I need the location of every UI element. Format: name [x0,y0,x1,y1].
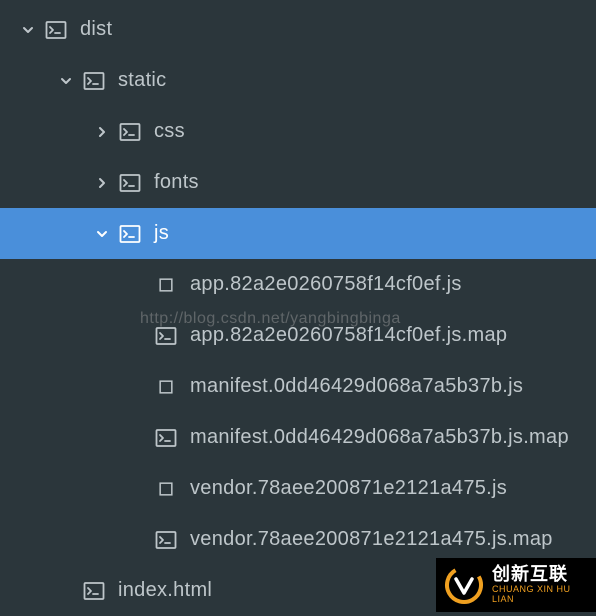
file-label: app.82a2e0260758f14cf0ef.js.map [190,324,507,347]
folder-js[interactable]: js [0,208,596,259]
logo-text-sub: CHUANG XIN HU LIAN [492,585,588,605]
logo-text-main: 创新互联 [492,565,588,585]
file-row[interactable]: manifest.0dd46429d068a7a5b37b.js [0,361,596,412]
chevron-down-icon [92,224,112,244]
terminal-icon [118,222,142,246]
terminal-icon [118,171,142,195]
square-icon [154,477,178,501]
file-label: manifest.0dd46429d068a7a5b37b.js [190,375,523,398]
terminal-icon [154,426,178,450]
terminal-icon [154,324,178,348]
file-tree: dist static css fonts js app.82a2e026075… [0,0,596,616]
file-row[interactable]: app.82a2e0260758f14cf0ef.js [0,259,596,310]
brand-logo: 创新互联 CHUANG XIN HU LIAN [436,558,596,612]
terminal-icon [82,69,106,93]
terminal-icon [82,579,106,603]
terminal-icon [44,18,68,42]
folder-label: fonts [154,171,199,194]
folder-label: dist [80,18,112,41]
file-label: manifest.0dd46429d068a7a5b37b.js.map [190,426,569,449]
terminal-icon [154,528,178,552]
chevron-down-icon [56,71,76,91]
folder-label: js [154,222,169,245]
logo-mark-icon [444,565,484,605]
folder-label: static [118,69,166,92]
terminal-icon [118,120,142,144]
file-label: index.html [118,579,212,602]
square-icon [154,273,178,297]
file-row[interactable]: app.82a2e0260758f14cf0ef.js.map [0,310,596,361]
folder-css[interactable]: css [0,106,596,157]
file-label: vendor.78aee200871e2121a475.js.map [190,528,553,551]
file-label: vendor.78aee200871e2121a475.js [190,477,507,500]
file-label: app.82a2e0260758f14cf0ef.js [190,273,462,296]
file-row[interactable]: vendor.78aee200871e2121a475.js [0,463,596,514]
chevron-down-icon [18,20,38,40]
folder-static[interactable]: static [0,55,596,106]
folder-dist[interactable]: dist [0,4,596,55]
chevron-right-icon [92,173,112,193]
folder-fonts[interactable]: fonts [0,157,596,208]
square-icon [154,375,178,399]
file-row[interactable]: manifest.0dd46429d068a7a5b37b.js.map [0,412,596,463]
chevron-right-icon [92,122,112,142]
folder-label: css [154,120,185,143]
